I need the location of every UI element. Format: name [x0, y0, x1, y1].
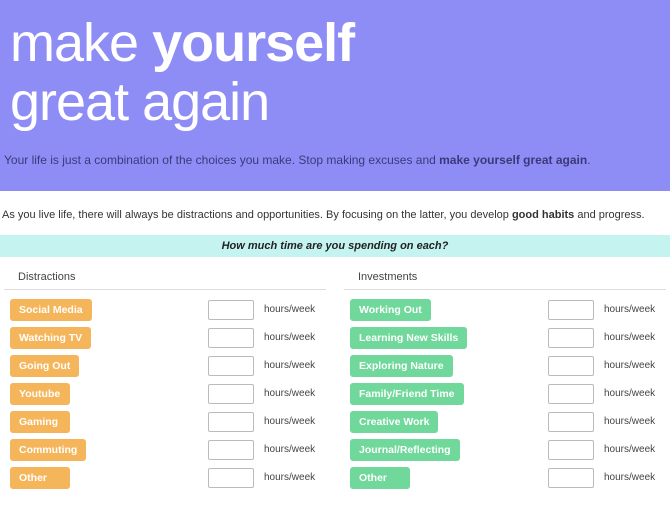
list-item: Working Out hours/week	[344, 296, 666, 324]
list-item: Going Out hours/week	[4, 352, 326, 380]
investment-tag: Exploring Nature	[350, 355, 453, 377]
hours-input[interactable]	[548, 300, 594, 320]
hero-banner: make yourself great again	[0, 0, 670, 141]
list-item: Other hours/week	[344, 464, 666, 492]
list-item: Youtube hours/week	[4, 380, 326, 408]
unit-label: hours/week	[600, 472, 666, 483]
distraction-tag: Going Out	[10, 355, 79, 377]
investment-tag: Other	[350, 467, 410, 489]
unit-label: hours/week	[260, 472, 326, 483]
hours-input[interactable]	[548, 440, 594, 460]
intro-pre: As you live life, there will always be d…	[2, 209, 512, 221]
list-item: Exploring Nature hours/week	[344, 352, 666, 380]
unit-label: hours/week	[600, 416, 666, 427]
distraction-tag: Youtube	[10, 383, 70, 405]
unit-label: hours/week	[260, 444, 326, 455]
tagline-post: .	[587, 153, 590, 167]
investments-column: Investments Working Out hours/week Learn…	[344, 267, 666, 492]
tagline-emph: make yourself great again	[439, 153, 587, 167]
intro-post: and progress.	[574, 209, 644, 221]
hours-input[interactable]	[208, 328, 254, 348]
list-item: Watching TV hours/week	[4, 324, 326, 352]
investment-tag: Family/Friend Time	[350, 383, 464, 405]
hours-input[interactable]	[548, 468, 594, 488]
distractions-column: Distractions Social Media hours/week Wat…	[4, 267, 326, 492]
hours-input[interactable]	[208, 412, 254, 432]
intro-emph: good habits	[512, 209, 574, 221]
intro-text: As you live life, there will always be d…	[0, 191, 670, 235]
list-item: Gaming hours/week	[4, 408, 326, 436]
unit-label: hours/week	[260, 332, 326, 343]
hours-input[interactable]	[208, 384, 254, 404]
hours-input[interactable]	[208, 300, 254, 320]
investment-tag: Learning New Skills	[350, 327, 467, 349]
unit-label: hours/week	[260, 388, 326, 399]
tagline-pre: Your life is just a combination of the c…	[4, 153, 439, 167]
list-item: Learning New Skills hours/week	[344, 324, 666, 352]
list-item: Commuting hours/week	[4, 436, 326, 464]
unit-label: hours/week	[260, 304, 326, 315]
distractions-header: Distractions	[4, 267, 326, 290]
unit-label: hours/week	[600, 304, 666, 315]
tagline: Your life is just a combination of the c…	[0, 141, 670, 191]
unit-label: hours/week	[260, 360, 326, 371]
unit-label: hours/week	[260, 416, 326, 427]
list-item: Family/Friend Time hours/week	[344, 380, 666, 408]
hours-input[interactable]	[208, 440, 254, 460]
hours-input[interactable]	[208, 356, 254, 376]
hero-word-3: great again	[10, 72, 269, 132]
distraction-tag: Social Media	[10, 299, 92, 321]
hero-word-1: make	[10, 13, 138, 73]
hero-title: make yourself great again	[10, 14, 660, 133]
list-item: Journal/Reflecting hours/week	[344, 436, 666, 464]
distraction-tag: Watching TV	[10, 327, 91, 349]
distraction-tag: Other	[10, 467, 70, 489]
investments-header: Investments	[344, 267, 666, 290]
list-item: Creative Work hours/week	[344, 408, 666, 436]
list-item: Other hours/week	[4, 464, 326, 492]
investment-tag: Creative Work	[350, 411, 438, 433]
question-bar: How much time are you spending on each?	[0, 235, 670, 257]
unit-label: hours/week	[600, 444, 666, 455]
unit-label: hours/week	[600, 332, 666, 343]
investment-tag: Working Out	[350, 299, 431, 321]
distraction-tag: Gaming	[10, 411, 70, 433]
list-item: Social Media hours/week	[4, 296, 326, 324]
hours-input[interactable]	[548, 412, 594, 432]
unit-label: hours/week	[600, 388, 666, 399]
hero-word-2: yourself	[152, 13, 354, 73]
hours-input[interactable]	[548, 384, 594, 404]
columns-wrapper: Distractions Social Media hours/week Wat…	[0, 257, 670, 492]
distraction-tag: Commuting	[10, 439, 86, 461]
unit-label: hours/week	[600, 360, 666, 371]
hours-input[interactable]	[208, 468, 254, 488]
hours-input[interactable]	[548, 356, 594, 376]
hours-input[interactable]	[548, 328, 594, 348]
investment-tag: Journal/Reflecting	[350, 439, 460, 461]
